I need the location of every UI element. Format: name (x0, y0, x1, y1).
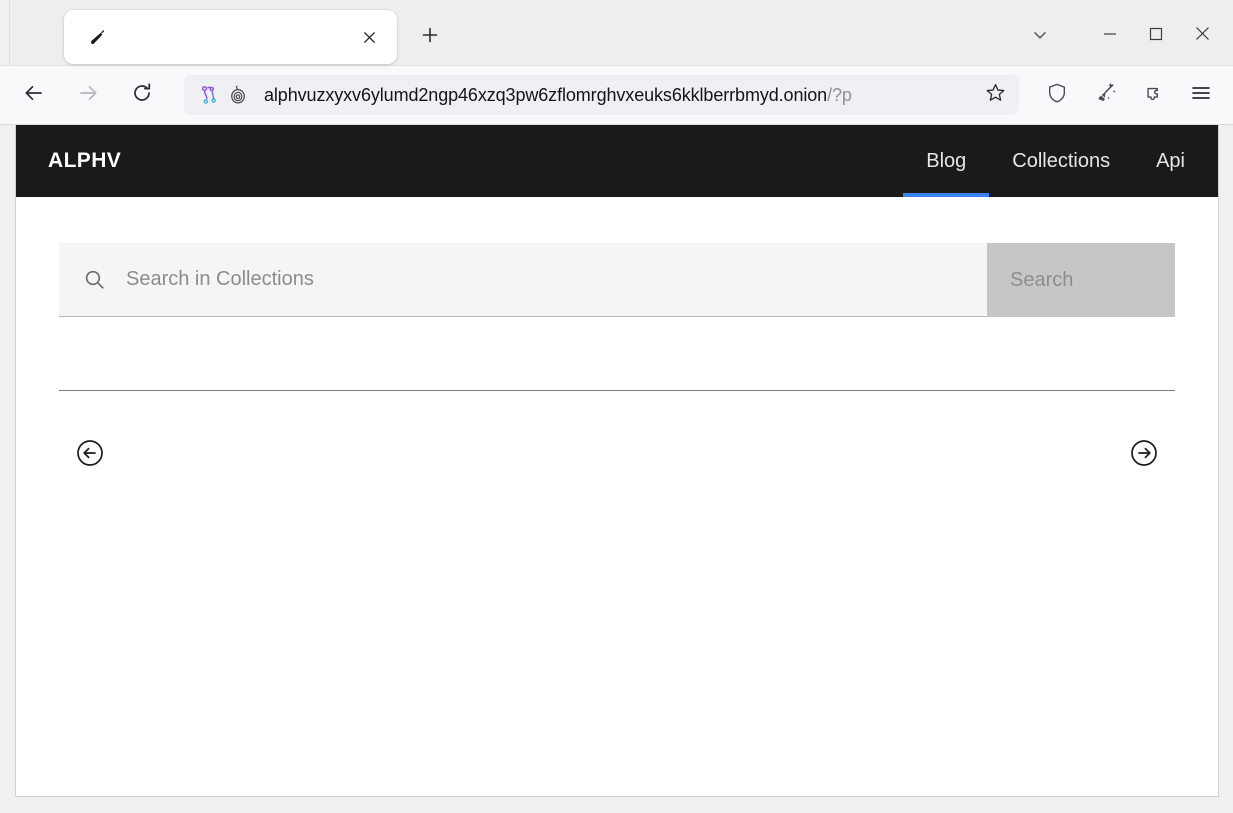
new-tab-button[interactable] (413, 20, 447, 54)
search-results-area (59, 317, 1175, 391)
window-controls (1087, 17, 1225, 55)
site-navigation: Blog Collections Api (903, 125, 1208, 197)
app-menu-button[interactable] (1181, 75, 1221, 115)
search-input[interactable] (107, 268, 969, 291)
tab-strip (0, 0, 1233, 66)
pagination (59, 391, 1175, 468)
forward-button[interactable] (68, 75, 108, 115)
header-spacer (121, 125, 903, 197)
minimize-icon (1103, 27, 1117, 46)
maximize-icon (1149, 27, 1163, 46)
search-row: Search (59, 243, 1175, 317)
broom-sparkle-icon (1094, 81, 1117, 109)
browser-window: alphvuzxyxv6ylumd2ngp46xzq3pw6zflomrghvx… (0, 0, 1233, 813)
search-icon (81, 267, 107, 293)
onion-site-icon[interactable] (224, 81, 252, 109)
bookmark-button[interactable] (979, 79, 1011, 111)
hamburger-menu-icon (1190, 82, 1212, 109)
minimize-button[interactable] (1087, 17, 1133, 55)
site-brand-logo[interactable]: ALPHV (48, 125, 121, 197)
new-identity-button[interactable] (1085, 75, 1125, 115)
browser-viewport: ALPHV Blog Collections Api (0, 125, 1233, 813)
window-close-button[interactable] (1179, 17, 1225, 55)
circle-arrow-left-icon[interactable] (75, 438, 105, 468)
url-bar[interactable]: alphvuzxyxv6ylumd2ngp46xzq3pw6zflomrghvx… (184, 75, 1019, 115)
reload-icon (131, 82, 153, 109)
star-icon (985, 82, 1006, 108)
knife-favicon (86, 26, 108, 48)
url-text[interactable]: alphvuzxyxv6ylumd2ngp46xzq3pw6zflomrghvx… (252, 85, 975, 106)
shield-icon (1046, 82, 1068, 109)
search-button[interactable]: Search (987, 243, 1175, 317)
browser-tab[interactable] (64, 10, 397, 64)
nav-link-collections[interactable]: Collections (989, 125, 1133, 197)
tab-list-button[interactable] (1021, 18, 1059, 56)
puzzle-piece-icon (1142, 82, 1164, 109)
close-icon[interactable] (355, 23, 383, 51)
extensions-button[interactable] (1133, 75, 1173, 115)
nav-link-blog[interactable]: Blog (903, 125, 989, 197)
back-arrow-icon (23, 82, 45, 109)
page-body: Search (16, 197, 1218, 796)
forward-arrow-icon (77, 82, 99, 109)
maximize-button[interactable] (1133, 17, 1179, 55)
page-frame: ALPHV Blog Collections Api (15, 125, 1219, 797)
window-left-edge (0, 0, 10, 65)
search-field[interactable] (59, 243, 987, 317)
back-button[interactable] (14, 75, 54, 115)
navigation-toolbar: alphvuzxyxv6ylumd2ngp46xzq3pw6zflomrghvx… (0, 66, 1233, 125)
reload-button[interactable] (122, 75, 162, 115)
site-header: ALPHV Blog Collections Api (16, 125, 1218, 197)
shield-button[interactable] (1037, 75, 1077, 115)
close-icon (1195, 26, 1210, 46)
url-path: /?p (827, 85, 852, 105)
circle-arrow-right-icon[interactable] (1129, 438, 1159, 468)
chevron-down-icon (1031, 26, 1049, 49)
nav-link-api[interactable]: Api (1133, 125, 1208, 197)
tor-circuit-icon[interactable] (196, 81, 224, 109)
url-host: alphvuzxyxv6ylumd2ngp46xzq3pw6zflomrghvx… (264, 85, 827, 105)
plus-icon (421, 26, 439, 49)
